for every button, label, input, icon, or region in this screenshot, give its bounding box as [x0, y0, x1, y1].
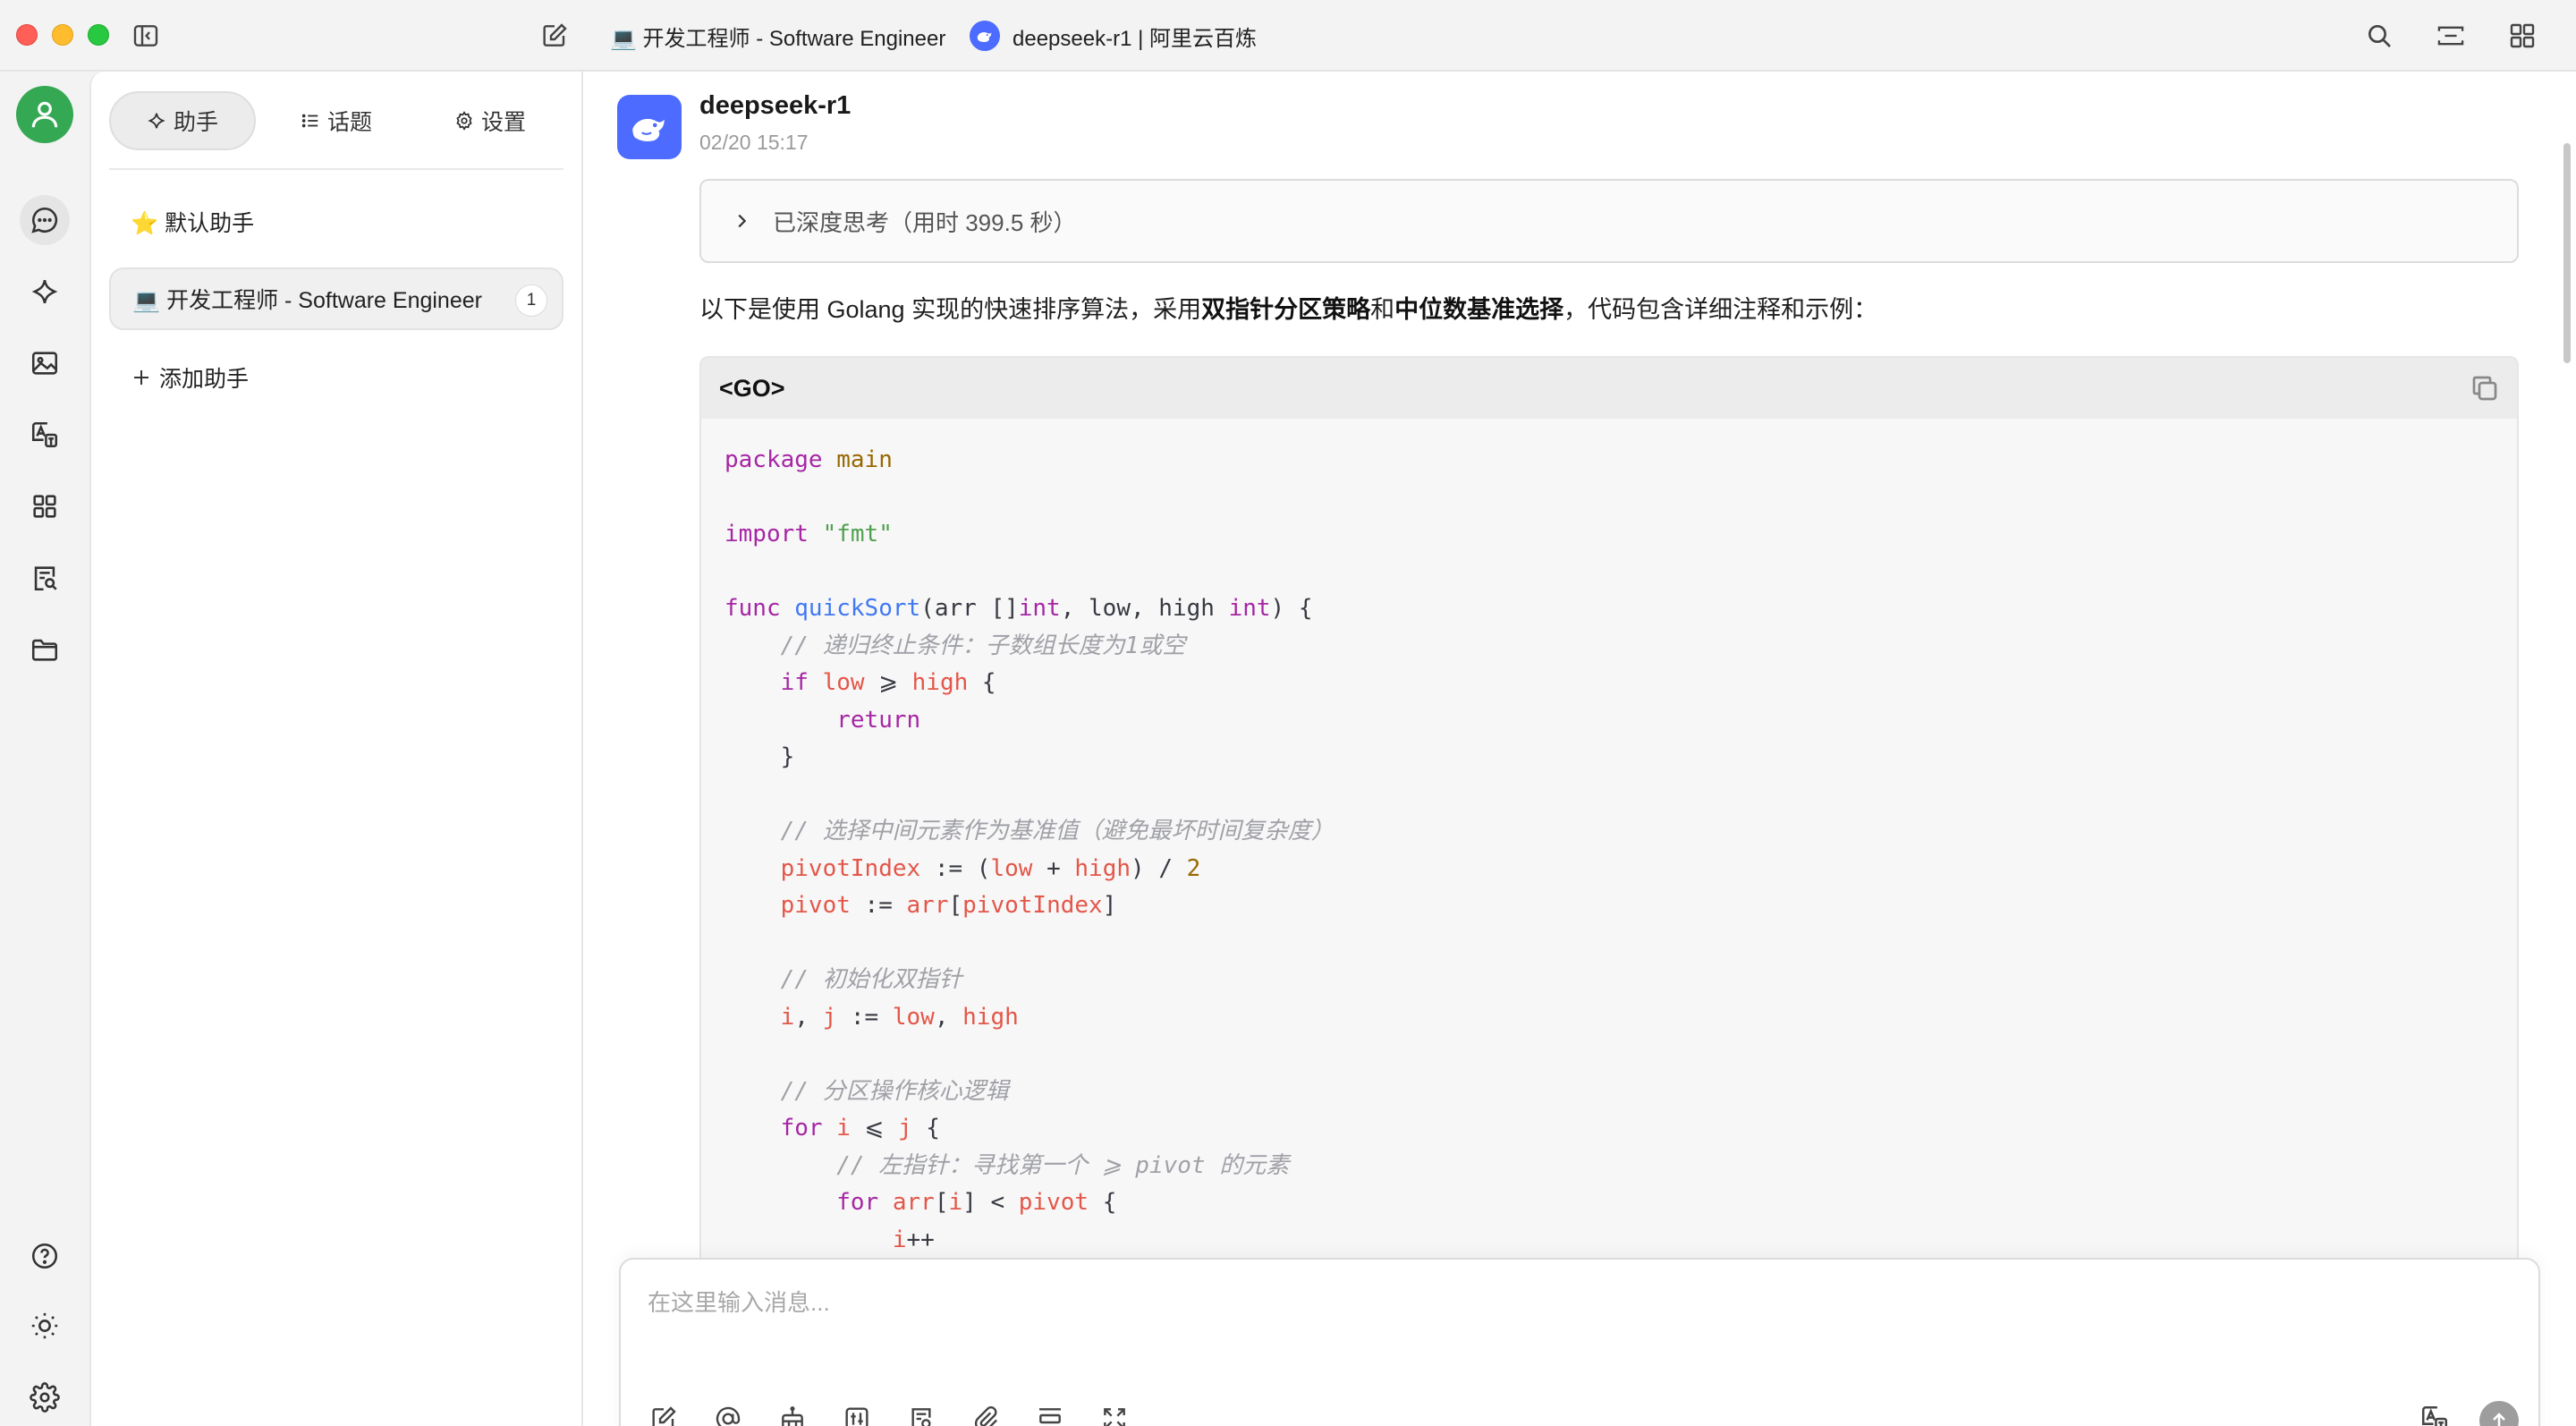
- panel-tabs: 助手 话题 设置: [109, 91, 564, 150]
- agents-sparkle-icon[interactable]: [20, 267, 70, 317]
- sidebar-toggle-icon[interactable]: [128, 18, 164, 54]
- plus-icon: [134, 370, 148, 385]
- search-icon[interactable]: [2361, 18, 2397, 54]
- assistant-robot-icon[interactable]: [773, 1399, 812, 1426]
- knowledge-search-icon[interactable]: [902, 1399, 941, 1426]
- chevron-right-icon: [738, 214, 747, 228]
- deepseek-logo-icon: [970, 21, 1000, 51]
- clear-context-icon[interactable]: [1030, 1399, 1070, 1426]
- chat-icon[interactable]: [20, 195, 70, 245]
- code-content: package main import "fmt" func quickSort…: [724, 446, 1335, 1290]
- deepseek-avatar-icon: [617, 95, 682, 159]
- topic-count-badge: 1: [515, 284, 547, 317]
- send-button[interactable]: [2479, 1401, 2519, 1426]
- tab-settings-label: 设置: [480, 110, 526, 135]
- window-close-button[interactable]: [16, 24, 38, 46]
- image-paint-icon[interactable]: [20, 338, 70, 388]
- window-maximize-button[interactable]: [88, 24, 109, 46]
- thinking-collapse[interactable]: 已深度思考（用时 399.5 秒）: [699, 179, 2519, 263]
- assistant-item-default[interactable]: ⭐️ 默认助手: [109, 191, 564, 253]
- intro-bold-1: 双指针分区策略: [1201, 296, 1371, 323]
- tab-topics-label: 话题: [326, 110, 372, 135]
- assistant-title: 💻 开发工程师 - Software Engineer: [610, 26, 946, 51]
- icon-rail: [0, 72, 89, 1426]
- model-title: deepseek-r1 | 阿里云百炼: [1013, 26, 1257, 51]
- tab-settings[interactable]: 设置: [417, 91, 564, 150]
- assistant-item-label: 💻 开发工程师 - Software Engineer: [132, 288, 482, 313]
- arrow-up-icon: [2493, 1413, 2505, 1426]
- translate-input-icon[interactable]: [2415, 1399, 2454, 1426]
- intro-prefix: 以下是使用 Golang 实现的快速排序算法，采用: [699, 296, 1202, 323]
- tab-assistants-label: 助手: [173, 110, 218, 135]
- tab-assistants[interactable]: 助手: [109, 91, 256, 150]
- add-assistant-label: 添加助手: [159, 367, 250, 392]
- model-selector[interactable]: deepseek-r1 | 阿里云百炼: [970, 20, 1257, 52]
- new-topic-tool-icon[interactable]: [644, 1399, 683, 1426]
- files-folder-icon[interactable]: [20, 624, 70, 675]
- chat-area: deepseek-r1 02/20 15:17 已深度思考（用时 399.5 秒…: [583, 72, 2576, 1426]
- theme-sun-icon[interactable]: [20, 1301, 70, 1351]
- translate-icon[interactable]: [20, 410, 70, 460]
- intro-suffix: ，代码包含详细注释和示例：: [1563, 296, 1878, 323]
- gear-icon: [456, 111, 472, 131]
- code-block: <GO> package main import "fmt" func quic…: [699, 356, 2519, 1340]
- message-model-name: deepseek-r1: [699, 91, 852, 120]
- sparkle-icon: [148, 113, 165, 129]
- list-icon: [301, 114, 318, 128]
- title-bar: 💻 开发工程师 - Software Engineer deepseek-r1 …: [0, 0, 2576, 72]
- intro-bold-2: 中位数基准选择: [1394, 296, 1564, 323]
- help-icon[interactable]: [20, 1231, 70, 1281]
- mini-apps-icon[interactable]: [20, 481, 70, 531]
- user-avatar[interactable]: [16, 86, 73, 143]
- settings-gear-icon[interactable]: [20, 1372, 70, 1422]
- chat-settings-sliders-icon[interactable]: [837, 1399, 877, 1426]
- new-topic-icon[interactable]: [537, 18, 572, 54]
- add-assistant-button[interactable]: 添加助手: [109, 346, 564, 409]
- message-input[interactable]: [648, 1283, 2258, 1322]
- code-language-label: <GO>: [719, 374, 785, 402]
- expand-fullscreen-icon[interactable]: [1095, 1399, 1134, 1426]
- panel-divider: [109, 168, 564, 170]
- window-minimize-button[interactable]: [52, 24, 73, 46]
- assistant-item-label: ⭐️ 默认助手: [131, 211, 255, 236]
- intro-mid: 和: [1370, 296, 1395, 323]
- narrow-mode-icon[interactable]: [2433, 18, 2469, 54]
- thinking-label: 已深度思考（用时 399.5 秒）: [773, 208, 1077, 236]
- message-intro: 以下是使用 Golang 实现的快速排序算法，采用双指针分区策略和中位数基准选择…: [699, 290, 1877, 325]
- attachment-paperclip-icon[interactable]: [966, 1399, 1005, 1426]
- copy-icon[interactable]: [2469, 372, 2501, 404]
- apps-grid-icon[interactable]: [2504, 18, 2540, 54]
- chat-scrollbar[interactable]: [2563, 143, 2571, 363]
- message-timestamp: 02/20 15:17: [699, 131, 809, 154]
- message-composer: [619, 1258, 2540, 1426]
- assistant-item-software-engineer[interactable]: 💻 开发工程师 - Software Engineer 1: [109, 267, 564, 330]
- tab-topics[interactable]: 话题: [263, 91, 410, 150]
- mention-model-icon[interactable]: [708, 1399, 748, 1426]
- knowledge-base-icon[interactable]: [20, 553, 70, 603]
- code-block-header: <GO>: [701, 358, 2517, 419]
- assistants-panel: 助手 话题 设置 ⭐️ 默认助手 💻 开发工程师 - Software Engi…: [89, 72, 583, 1426]
